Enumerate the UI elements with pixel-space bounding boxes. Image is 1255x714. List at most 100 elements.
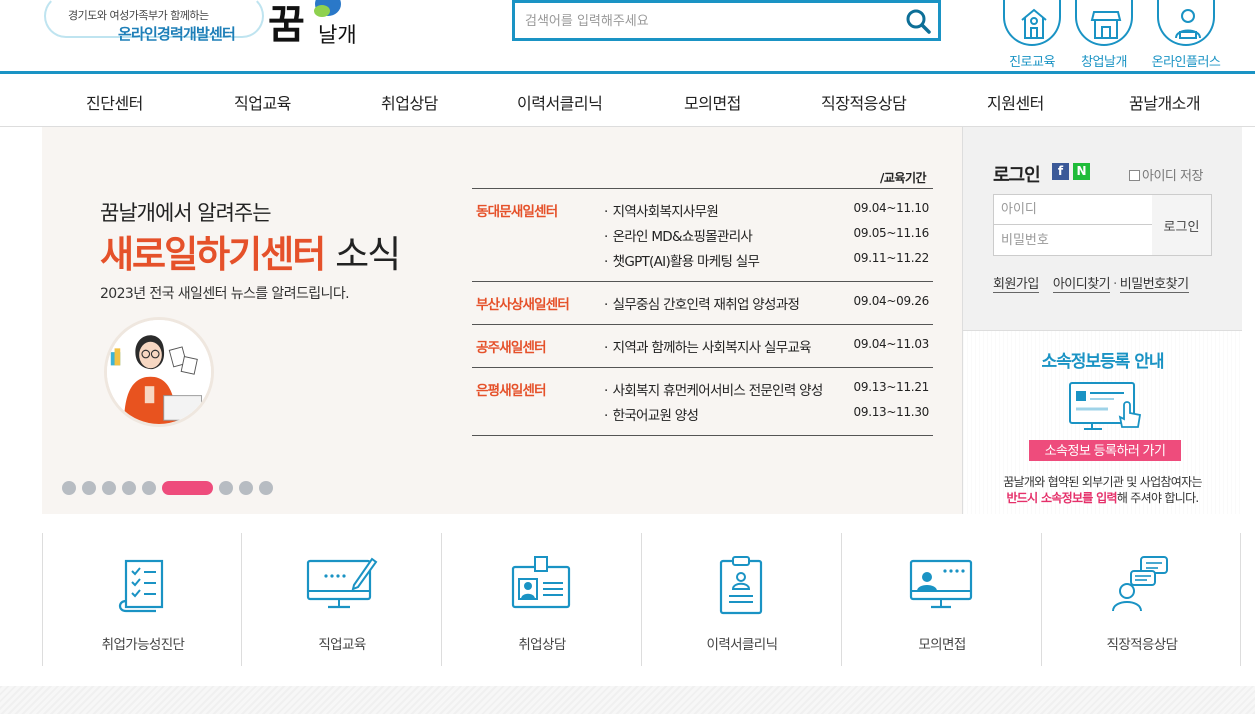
course-date: 09.13~11.21 [853, 380, 930, 394]
schedule-row: 동대문새일센터 지역사회복지사무원 09.04~11.10 온라인 MD&쇼핑몰… [472, 189, 933, 282]
course-item[interactable]: 사회복지 휴먼케어서비스 전문인력 양성 09.13~11.21 [472, 377, 933, 402]
slide-dot[interactable] [142, 481, 156, 495]
slide-dot[interactable] [82, 481, 96, 495]
slide-dot[interactable] [102, 481, 116, 495]
schedule-row: 부산사상새일센터 실무중심 간호인력 재취업 양성과정 09.04~09.26 [472, 282, 933, 325]
service-label: 모의면접 [918, 637, 966, 653]
nav-item-mock-interview[interactable]: 모의면접 [684, 90, 741, 114]
notice-title: 소속정보등록 안내 [1041, 352, 1164, 372]
logo-title: 온라인경력개발센터 [118, 25, 236, 43]
facebook-login-icon[interactable]: f [1052, 163, 1069, 180]
course-name: 챗GPT(AI)활용 마케팅 실무 [604, 250, 760, 270]
svg-text:날개: 날개 [318, 23, 357, 47]
course-item[interactable]: 한국어교원 양성 09.13~11.30 [472, 402, 933, 427]
course-item[interactable]: 챗GPT(AI)활용 마케팅 실무 09.11~11.22 [472, 248, 933, 273]
nav-item-diagnosis[interactable]: 진단센터 [86, 90, 143, 114]
course-item[interactable]: 온라인 MD&쇼핑몰관리사 09.05~11.16 [472, 223, 933, 248]
monitor-pen-icon [306, 557, 378, 609]
banner-title-rest: 소식 [335, 233, 401, 276]
course-item[interactable]: 지역과 함께하는 사회복지사 실무교육 09.04~11.03 [472, 334, 933, 359]
save-id-label: 아이디 저장 [1142, 169, 1203, 184]
slide-dot[interactable] [62, 481, 76, 495]
school-icon [1021, 8, 1047, 39]
nav-item-about[interactable]: 꿈날개소개 [1129, 90, 1201, 114]
service-diagnosis[interactable]: 취업가능성진단 [42, 533, 242, 666]
site-logo[interactable]: 경기도와 여성가족부가 함께하는 온라인경력개발센터 꿈 날개 [44, 0, 364, 60]
course-name: 지역사회복지사무원 [604, 200, 719, 220]
find-id-link[interactable]: 아이디찾기 [1052, 277, 1111, 293]
save-id-checkbox[interactable]: 아이디 저장 [1129, 165, 1203, 184]
search-icon[interactable] [904, 7, 932, 35]
nav-item-job-counseling[interactable]: 취업상담 [381, 90, 438, 114]
service-label: 취업가능성진단 [101, 637, 185, 653]
service-resume-clinic[interactable]: 이력서클리닉 [641, 533, 841, 666]
course-name: 한국어교원 양성 [604, 404, 699, 424]
notice-text-rest: 해 주셔야 합니다. [1116, 491, 1199, 505]
search-input[interactable] [525, 7, 895, 35]
course-name: 실무중심 간호인력 재취업 양성과정 [604, 293, 800, 313]
checklist-icon [118, 559, 164, 613]
service-label: 직업교육 [318, 637, 366, 653]
login-title: 로그인 [993, 165, 1041, 186]
find-password-link[interactable]: 비밀번호찾기 [1119, 277, 1189, 293]
slide-dot-active[interactable] [162, 481, 213, 495]
search-box [512, 0, 941, 41]
quick-link-online-plus[interactable]: 온라인플러스 [1150, 0, 1222, 70]
course-date: 09.11~11.22 [853, 251, 930, 265]
naver-login-icon[interactable]: N [1073, 163, 1090, 180]
service-workplace-adaptation[interactable]: 직장적응상담 [1041, 533, 1241, 666]
notice-text: 꿈날개와 협약된 외부기관 및 사업참여자는 반드시 소속정보를 입력해 주셔야… [963, 474, 1242, 506]
login-links: 회원가입 아이디찾기 · 비밀번호찾기 [993, 273, 1189, 293]
woman-reading-illustration [107, 320, 211, 424]
service-job-counseling[interactable]: 취업상담 [441, 533, 641, 666]
nav-item-workplace-adaptation[interactable]: 직장적응상담 [821, 90, 907, 114]
course-name: 온라인 MD&쇼핑몰관리사 [604, 225, 753, 245]
course-item[interactable]: 지역사회복지사무원 09.04~11.10 [472, 198, 933, 223]
nav-item-job-education[interactable]: 직업교육 [234, 90, 291, 114]
slide-dot[interactable] [122, 481, 136, 495]
main-navigation: 진단센터 직업교육 취업상담 이력서클리닉 모의면접 직장적응상담 지원센터 꿈… [0, 74, 1255, 127]
banner-title: 새로일하기센터 소식 [100, 224, 401, 278]
service-label: 이력서클리닉 [706, 637, 779, 653]
notice-text-strong: 반드시 소속정보를 입력 [1006, 491, 1117, 505]
monitor-click-icon [1069, 382, 1142, 430]
register-affiliation-button[interactable]: 소속정보 등록하러 가기 [1029, 440, 1181, 461]
left-margin [0, 127, 42, 514]
service-mock-interview[interactable]: 모의면접 [841, 533, 1041, 666]
course-item[interactable]: 실무중심 간호인력 재취업 양성과정 09.04~09.26 [472, 291, 933, 316]
slide-dot[interactable] [219, 481, 233, 495]
login-form: 로그인 [993, 194, 1212, 256]
logo-subtitle: 경기도와 여성가족부가 함께하는 [68, 9, 209, 22]
login-panel: 로그인 f N 아이디 저장 로그인 회원가입 아이디찾기·비밀번호찾기 소속정보… [962, 127, 1242, 514]
password-input[interactable] [994, 225, 1153, 255]
user-id-input[interactable] [994, 195, 1153, 225]
nav-item-support-center[interactable]: 지원센터 [987, 90, 1044, 114]
footer-band [0, 686, 1255, 714]
quick-link-startup[interactable]: 창업날개 [1069, 0, 1139, 70]
slide-dot[interactable] [239, 481, 253, 495]
checkbox-icon[interactable] [1129, 170, 1140, 181]
login-button[interactable]: 로그인 [1152, 195, 1211, 255]
kkumnalgae-logo-mark: 꿈 날개 [268, 0, 357, 48]
chat-person-icon [1112, 556, 1168, 612]
quick-link-label: 창업날개 [1081, 55, 1127, 70]
service-menu: 취업가능성진단 직업교육 취업상담 이력서클리닉 모의면접 직장적응상담 [42, 533, 1242, 666]
nav-item-resume-clinic[interactable]: 이력서클리닉 [517, 90, 603, 114]
main-banner[interactable]: 꿈날개에서 알려주는 새로일하기센터 소식 2023년 전국 새일센터 뉴스를 … [42, 127, 962, 514]
slide-dot[interactable] [259, 481, 273, 495]
affiliation-notice: 소속정보등록 안내 소속정보 등록하러 가기 꿈날개와 협약된 외부기관 및 사… [963, 330, 1242, 514]
quick-link-label: 진로교육 [1009, 55, 1055, 70]
video-interview-icon [909, 559, 973, 609]
banner-intro: 꿈날개에서 알려주는 [100, 201, 272, 225]
quick-link-career-education[interactable]: 진로교육 [997, 0, 1067, 70]
id-card-icon [511, 556, 571, 609]
join-link[interactable]: 회원가입 [993, 277, 1039, 293]
header: 경기도와 여성가족부가 함께하는 온라인경력개발센터 꿈 날개 진로교육 [0, 0, 1255, 72]
store-icon [1090, 11, 1122, 39]
course-date: 09.04~09.26 [853, 294, 930, 308]
clipboard-resume-icon [719, 556, 763, 615]
service-label: 취업상담 [518, 637, 566, 653]
course-date: 09.05~11.16 [853, 226, 930, 240]
service-job-education[interactable]: 직업교육 [241, 533, 441, 666]
svg-text:꿈: 꿈 [268, 1, 305, 48]
